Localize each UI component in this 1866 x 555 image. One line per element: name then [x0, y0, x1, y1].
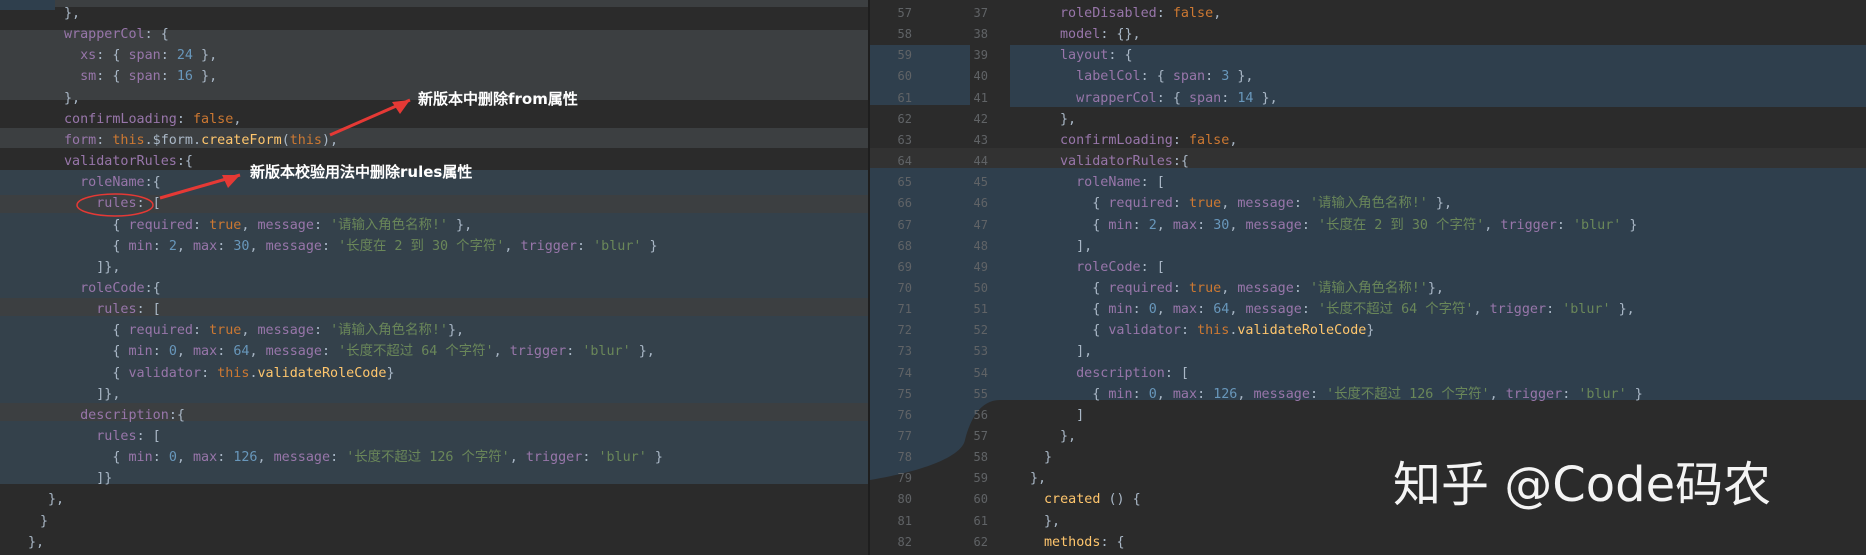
line-number: 82	[897, 534, 912, 549]
line-number: 45	[973, 175, 988, 190]
code-line[interactable]: ],	[1060, 236, 1866, 257]
highlight-ellipse	[76, 193, 154, 217]
line-number: 62	[973, 534, 988, 549]
line-number: 64	[897, 154, 912, 169]
line-number: 72	[897, 323, 912, 338]
code-line[interactable]: confirmLoading: false,	[1060, 130, 1866, 151]
line-number: 60	[973, 492, 988, 507]
arrow2-head	[222, 175, 240, 188]
line-number: 39	[973, 48, 988, 63]
line-number: 52	[973, 323, 988, 338]
code-line[interactable]: roleDisabled: false,	[1060, 3, 1866, 24]
right-diff-pane: 57 37 58 38 59 39 60 40 61 41 62 42 63 43 64 44 65 45 66 46…	[870, 0, 1866, 555]
line-number: 66	[897, 196, 912, 211]
annotation-layer	[76, 98, 411, 217]
line-number: 79	[897, 471, 912, 486]
code-line[interactable]: },	[1060, 109, 1866, 130]
line-number: 38	[973, 27, 988, 42]
line-number: 57	[973, 429, 988, 443]
code-line[interactable]: roleName: [	[1060, 172, 1866, 193]
code-line[interactable]: validatorRules:{	[1060, 151, 1866, 172]
line-number: 50	[973, 280, 988, 295]
line-number: 51	[973, 302, 988, 317]
annotation-remove-form: 新版本中删除from属性	[418, 90, 578, 108]
code-line[interactable]: labelCol: { span: 3 },	[1060, 66, 1866, 87]
line-number: 53	[973, 344, 988, 359]
line-number: 43	[973, 132, 988, 147]
watermark: 知乎 @Code码农	[1393, 457, 1772, 513]
line-number: 44	[973, 154, 988, 169]
line-number: 76	[897, 407, 912, 422]
code-line[interactable]: { min: 2, max: 30, message: '长度在 2 到 30 …	[1060, 215, 1866, 236]
line-number: 67	[897, 217, 912, 232]
code-line[interactable]: wrapperCol: { span: 14 },	[1060, 88, 1866, 109]
line-number: 69	[897, 259, 912, 274]
line-number: 59	[973, 471, 988, 486]
code-line[interactable]: methods: {	[1044, 532, 1866, 553]
line-number: 40	[973, 69, 988, 84]
line-number: 65	[897, 175, 912, 190]
line-number: 71	[897, 302, 912, 317]
line-number: 62	[897, 111, 912, 126]
annotation-remove-rules: 新版本校验用法中删除rules属性	[250, 163, 473, 181]
line-number: 63	[897, 132, 912, 147]
line-number: 58	[973, 450, 988, 465]
left-diff-pane: }, wrapperCol: { xs: { span: 24 }, sm: { …	[0, 0, 868, 555]
line-number: 60	[897, 69, 912, 84]
code-line[interactable]: model: {},	[1060, 24, 1866, 45]
line-number: 70	[897, 280, 912, 295]
line-number: 47	[973, 217, 988, 232]
line-number: 61	[973, 513, 988, 528]
code-line[interactable]: ],	[1060, 341, 1866, 362]
code-line[interactable]: { required: true, message: '请输入角色名称!'},	[1060, 278, 1866, 299]
line-number: 78	[897, 450, 912, 465]
line-number: 74	[897, 365, 912, 380]
line-number: 56	[973, 407, 988, 422]
line-number: 68	[897, 238, 912, 253]
line-number: 49	[973, 259, 988, 274]
line-number: 59	[897, 48, 912, 63]
line-number: 75	[897, 386, 912, 401]
code-line[interactable]: layout: {	[1060, 45, 1866, 66]
line-number: 46	[973, 196, 988, 211]
line-number: 37	[973, 6, 988, 20]
code-line[interactable]: roleCode: [	[1060, 257, 1866, 278]
line-number: 77	[897, 429, 912, 443]
line-number: 41	[973, 90, 988, 105]
line-number: 58	[897, 27, 912, 42]
line-number: 73	[897, 344, 912, 359]
line-number: 42	[973, 111, 988, 126]
line-number: 57	[897, 6, 912, 20]
code-line[interactable]: ]	[1060, 405, 1866, 426]
code-line[interactable]: { validator: this.validateRoleCode}	[1060, 320, 1866, 341]
code-line[interactable]: description: [	[1060, 363, 1866, 384]
code-line[interactable]: },	[1060, 426, 1866, 447]
line-number: 81	[897, 513, 912, 528]
line-number: 61	[897, 90, 912, 105]
line-number: 80	[897, 492, 912, 507]
code-line[interactable]: { min: 0, max: 126, message: '长度不超过 126 …	[1060, 384, 1866, 405]
line-number: 55	[973, 386, 988, 401]
code-line[interactable]: { required: true, message: '请输入角色名称!' },	[1060, 193, 1866, 214]
code-line[interactable]: { min: 0, max: 64, message: '长度不超过 64 个字…	[1060, 299, 1866, 320]
line-number: 54	[973, 365, 988, 380]
line-number: 48	[973, 238, 988, 253]
